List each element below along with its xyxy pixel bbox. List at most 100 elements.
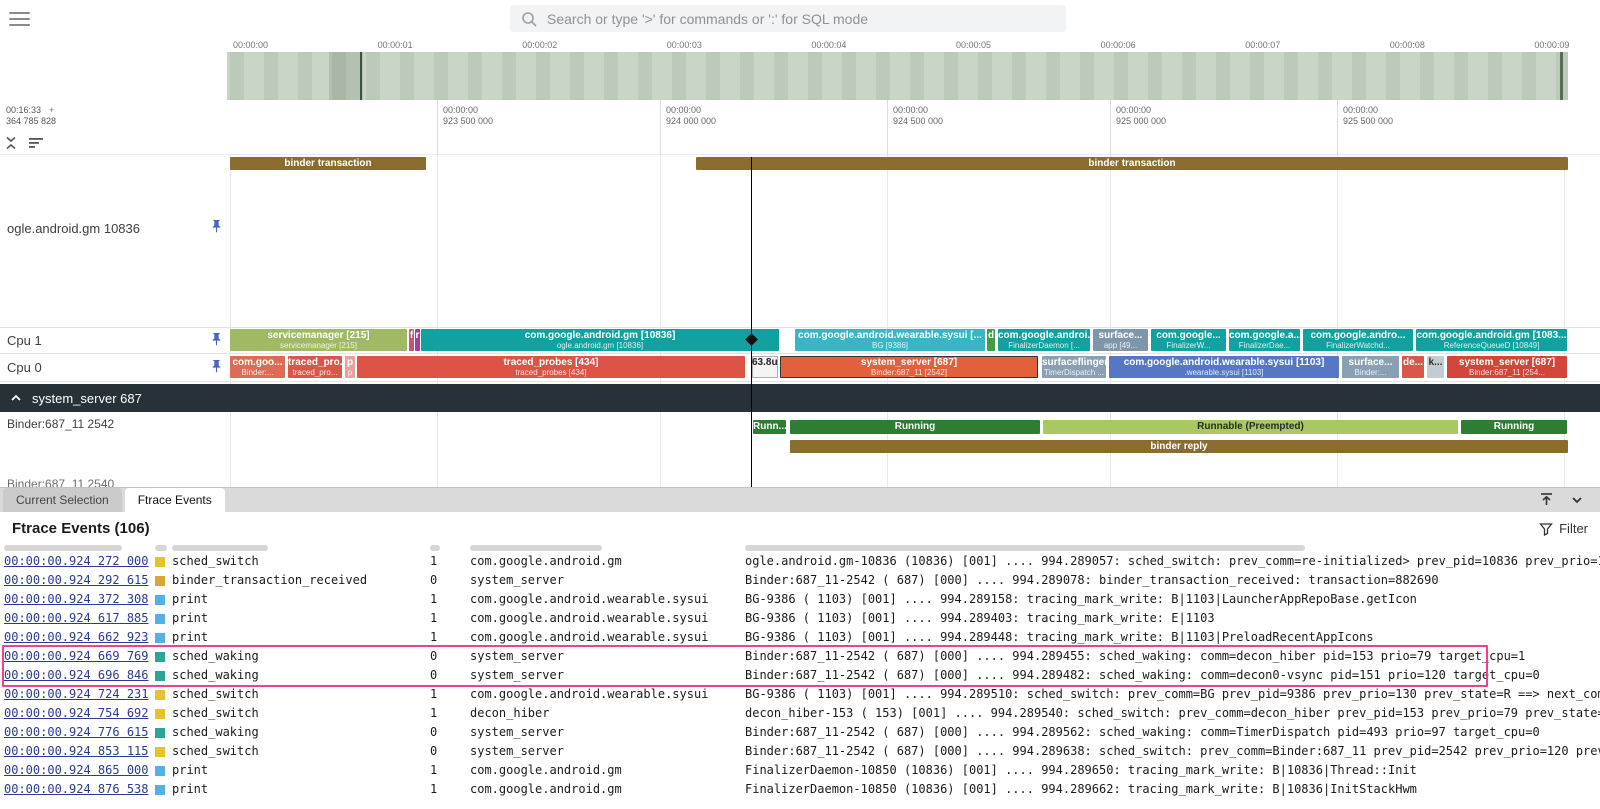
minimap-overview[interactable] xyxy=(227,52,1568,100)
ftrace-timestamp[interactable]: 00:00:00.924 696 846 xyxy=(0,666,155,685)
thread-state-slice[interactable]: Runn... xyxy=(753,420,786,434)
cpu-slice[interactable]: com.google.androi...FinalizerDaemon [... xyxy=(998,329,1090,351)
cpu-slice[interactable]: traced_pro...traced_pro... xyxy=(288,356,342,378)
ftrace-cpu: 0 xyxy=(430,742,470,761)
ftrace-args: Binder:687_11-2542 ( 687) [000] .... 994… xyxy=(745,647,1600,666)
ftrace-timestamp[interactable]: 00:00:00.924 292 615 xyxy=(0,571,155,590)
ftrace-timestamp[interactable]: 00:00:00.924 617 885 xyxy=(0,609,155,628)
minimap-labels: 00:00:0000:00:0100:00:0200:00:0300:00:04… xyxy=(0,38,1600,52)
ftrace-timestamp[interactable]: 00:00:00.924 865 000 xyxy=(0,761,155,780)
process-group-header[interactable]: system_server 687 xyxy=(0,384,1600,412)
ftrace-process: com.google.android.gm xyxy=(470,780,745,799)
track-options-icon[interactable] xyxy=(28,136,46,150)
cpu-slice[interactable]: surface...Binder:... xyxy=(1342,356,1399,378)
ftrace-timestamp[interactable]: 00:00:00.924 876 538 xyxy=(0,780,155,799)
minimap-time-label: 00:00:04 xyxy=(811,40,846,50)
ftrace-timestamp[interactable]: 00:00:00.924 662 923 xyxy=(0,628,155,647)
ftrace-timestamp[interactable]: 00:00:00.924 669 769 xyxy=(0,647,155,666)
pin-icon[interactable] xyxy=(210,218,223,234)
binder-transaction-slice[interactable]: binder transaction xyxy=(230,157,426,170)
ftrace-row[interactable]: 00:00:00.924 776 615sched_waking0system_… xyxy=(0,723,1600,742)
ftrace-row[interactable]: 00:00:00.924 754 692sched_switch1decon_h… xyxy=(0,704,1600,723)
perfetto-app: 00:00:0000:00:0100:00:0200:00:0300:00:04… xyxy=(0,0,1600,809)
thread-state-slice[interactable]: Running xyxy=(1461,420,1567,434)
ftrace-timestamp[interactable]: 00:00:00.924 372 308 xyxy=(0,590,155,609)
thread-state-slice[interactable]: Running xyxy=(790,420,1040,434)
cpu-slice[interactable]: servicemanager [215]servicemanager [215] xyxy=(230,329,407,351)
collapse-panel-icon[interactable] xyxy=(1570,493,1584,507)
ftrace-row[interactable]: 00:00:00.924 292 615binder_transaction_r… xyxy=(0,571,1600,590)
menu-icon[interactable] xyxy=(9,12,30,26)
collapse-tracks-icon[interactable] xyxy=(3,135,19,151)
ftrace-process: com.google.android.gm xyxy=(470,552,745,571)
event-color-chip xyxy=(155,690,165,700)
ftrace-cpu: 1 xyxy=(430,628,470,647)
cpu-slice[interactable]: surfaceflinger...TimerDispatch ... xyxy=(1042,356,1106,378)
ftrace-process: com.google.android.wearable.sysui xyxy=(470,590,745,609)
cpu-slice[interactable]: 63.8us xyxy=(752,356,778,378)
tab-current-selection[interactable]: Current Selection xyxy=(3,488,122,512)
ftrace-process: com.google.android.wearable.sysui xyxy=(470,685,745,704)
cpu-slice[interactable]: com.google...FinalizerW... xyxy=(1151,329,1226,351)
ftrace-row[interactable]: 00:00:00.924 372 308print1com.google.and… xyxy=(0,590,1600,609)
dock-panel-icon[interactable] xyxy=(1539,492,1554,507)
ftrace-process: system_server xyxy=(470,647,745,666)
track-separator xyxy=(0,327,1600,328)
cpu-slice[interactable]: d xyxy=(987,329,995,351)
async-slices: binder transaction binder transaction xyxy=(0,157,1600,170)
cpu-slice[interactable]: system_server [687]Binder:687_11 [2542] xyxy=(780,356,1038,378)
ftrace-process: decon_hiber xyxy=(470,704,745,723)
search-input[interactable] xyxy=(547,11,1056,27)
event-color-chip xyxy=(155,576,165,586)
cpu-slice[interactable]: de... xyxy=(1402,356,1424,378)
ftrace-event-name: sched_waking xyxy=(155,666,430,685)
cpu-slice[interactable]: com.google.android.gm [10836]ogle.androi… xyxy=(421,329,779,351)
track-name-process[interactable]: ogle.android.gm 10836 xyxy=(7,221,140,236)
panel-controls xyxy=(1539,487,1600,512)
ftrace-event-name: binder_transaction_received xyxy=(155,571,430,590)
ftrace-row[interactable]: 00:00:00.924 669 769sched_waking0system_… xyxy=(0,647,1600,666)
cpu-slice[interactable]: surface...app [49... xyxy=(1093,329,1148,351)
ftrace-args: BG-9386 ( 1103) [001] .... 994.289158: t… xyxy=(745,590,1600,609)
ftrace-cpu: 0 xyxy=(430,647,470,666)
ftrace-timestamp[interactable]: 00:00:00.924 754 692 xyxy=(0,704,155,723)
track-name-partial[interactable]: Binder:687_11 2540 xyxy=(7,477,114,487)
event-color-chip xyxy=(155,633,165,643)
cpu-slice[interactable]: com.google.android.gm [1083...ReferenceQ… xyxy=(1416,329,1567,351)
bottom-tabbar: Current SelectionFtrace Events xyxy=(0,487,1600,512)
cpu-slice[interactable]: traced_probes [434]traced_probes [434] xyxy=(357,356,745,378)
cpu-slice[interactable]: r xyxy=(415,329,420,351)
tab-ftrace-events[interactable]: Ftrace Events xyxy=(125,488,225,512)
ruler-icons xyxy=(3,135,46,151)
cpu-slice[interactable]: com.google.a...FinalizerDae... xyxy=(1229,329,1300,351)
omnibox[interactable] xyxy=(510,5,1066,32)
ftrace-args: Binder:687_11-2542 ( 687) [000] .... 994… xyxy=(745,571,1600,590)
ftrace-row[interactable]: 00:00:00.924 853 115sched_switch0system_… xyxy=(0,742,1600,761)
ftrace-args: BG-9386 ( 1103) [001] .... 994.289403: t… xyxy=(745,609,1600,628)
ftrace-row[interactable]: 00:00:00.924 696 846sched_waking0system_… xyxy=(0,666,1600,685)
cpu-slice[interactable]: com.google.android.wearable.sysui [...BG… xyxy=(795,329,985,351)
group-header-label: system_server 687 xyxy=(32,391,142,406)
ftrace-row[interactable]: 00:00:00.924 272 000sched_switch1com.goo… xyxy=(0,552,1600,571)
thread-state-slice[interactable]: Runnable (Preempted) xyxy=(1043,420,1458,434)
cpu-slice[interactable]: k... xyxy=(1427,356,1444,378)
binder-reply-slice[interactable]: binder reply xyxy=(790,440,1568,453)
binder-transaction-slice[interactable]: binder transaction xyxy=(696,157,1568,170)
ftrace-timestamp[interactable]: 00:00:00.924 272 000 xyxy=(0,552,155,571)
cpu-slice[interactable]: com.google.android.wearable.sysui [1103]… xyxy=(1109,356,1339,378)
track-separator xyxy=(0,353,1600,354)
ftrace-row[interactable]: 00:00:00.924 865 000print1com.google.and… xyxy=(0,761,1600,780)
filter-button[interactable]: Filter xyxy=(1539,521,1588,536)
ftrace-row[interactable]: 00:00:00.924 617 885print1com.google.and… xyxy=(0,609,1600,628)
ftrace-timestamp[interactable]: 00:00:00.924 853 115 xyxy=(0,742,155,761)
cpu-slice[interactable]: com.google.andro...FinalizerWatchd... xyxy=(1303,329,1413,351)
cpu-slice[interactable]: com.goo...Binder:... xyxy=(230,356,285,378)
ftrace-timestamp[interactable]: 00:00:00.924 776 615 xyxy=(0,723,155,742)
cpu-slice[interactable]: system_server [687]Binder:687_11 [254... xyxy=(1447,356,1567,378)
cpu-slice[interactable]: pp xyxy=(345,356,355,378)
ftrace-timestamp[interactable]: 00:00:00.924 724 231 xyxy=(0,685,155,704)
cpu-slice[interactable]: f xyxy=(409,329,414,351)
ftrace-row[interactable]: 00:00:00.924 876 538print1com.google.and… xyxy=(0,780,1600,799)
ftrace-row[interactable]: 00:00:00.924 724 231sched_switch1com.goo… xyxy=(0,685,1600,704)
ftrace-row[interactable]: 00:00:00.924 662 923print1com.google.and… xyxy=(0,628,1600,647)
